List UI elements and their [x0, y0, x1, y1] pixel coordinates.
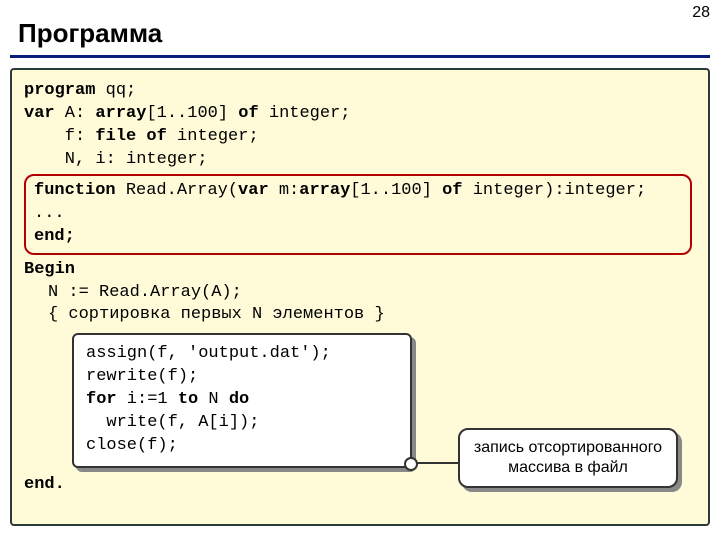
- code-text: ...: [34, 204, 65, 223]
- keyword: program: [24, 81, 95, 100]
- code-text: [1..100]: [350, 181, 442, 200]
- code-text: write(f, A[i]);: [86, 413, 259, 432]
- keyword: do: [229, 390, 249, 409]
- callout-text: массива в файл: [470, 458, 666, 478]
- keyword: to: [178, 390, 198, 409]
- keyword: for: [86, 390, 117, 409]
- code-line: f: file of integer;: [24, 126, 696, 149]
- code-line: program qq;: [24, 80, 696, 103]
- page-number: 28: [692, 4, 710, 22]
- code-text: m:: [269, 181, 300, 200]
- code-text: N: [198, 390, 229, 409]
- keyword: function: [34, 181, 116, 200]
- code-line: ...: [34, 203, 682, 226]
- keyword: array: [95, 104, 146, 123]
- code-line: function Read.Array(var m:array[1..100] …: [34, 180, 682, 203]
- code-text: rewrite(f);: [86, 367, 198, 386]
- callout-box: запись отсортированного массива в файл: [458, 428, 678, 488]
- code-line: var A: array[1..100] of integer;: [24, 103, 696, 126]
- code-line: end;: [34, 226, 682, 249]
- keyword: var: [238, 181, 269, 200]
- code-line: for i:=1 to N do: [86, 389, 398, 412]
- title-underline: [10, 55, 710, 58]
- code-line: close(f);: [86, 435, 398, 458]
- keyword: end;: [34, 227, 75, 246]
- keyword: file of: [95, 127, 166, 146]
- code-line: { сортировка первых N элементов }: [48, 304, 696, 327]
- code-text: N := Read.Array(A);: [48, 283, 242, 302]
- code-text: A:: [55, 104, 96, 123]
- keyword: var: [24, 104, 55, 123]
- keyword: of: [238, 104, 258, 123]
- keyword: of: [442, 181, 462, 200]
- code-line: write(f, A[i]);: [86, 412, 398, 435]
- code-text: N, i: integer;: [24, 150, 208, 169]
- code-line: rewrite(f);: [86, 366, 398, 389]
- code-line: assign(f, 'output.dat');: [86, 343, 398, 366]
- code-line: Begin: [24, 259, 696, 282]
- callout-text: запись отсортированного: [470, 438, 666, 458]
- code-text: integer;: [167, 127, 259, 146]
- code-text: Read.Array(: [116, 181, 238, 200]
- code-block: program qq; var A: array[1..100] of inte…: [10, 68, 710, 526]
- code-text: close(f);: [86, 436, 178, 455]
- code-text: f:: [24, 127, 95, 146]
- keyword: end.: [24, 475, 65, 494]
- code-text: i:=1: [117, 390, 178, 409]
- code-comment: { сортировка первых N элементов }: [48, 305, 385, 324]
- keyword: array: [299, 181, 350, 200]
- code-line: N, i: integer;: [24, 149, 696, 172]
- code-text: assign(f, 'output.dat');: [86, 344, 331, 363]
- code-inset-box: assign(f, 'output.dat'); rewrite(f); for…: [72, 333, 412, 468]
- keyword: Begin: [24, 260, 75, 279]
- code-text: qq;: [95, 81, 136, 100]
- page-title: Программа: [0, 0, 720, 55]
- code-text: [1..100]: [146, 104, 238, 123]
- code-text: integer):integer;: [463, 181, 647, 200]
- code-line: N := Read.Array(A);: [48, 282, 696, 305]
- function-definition-box: function Read.Array(var m:array[1..100] …: [24, 174, 692, 255]
- code-text: integer;: [259, 104, 351, 123]
